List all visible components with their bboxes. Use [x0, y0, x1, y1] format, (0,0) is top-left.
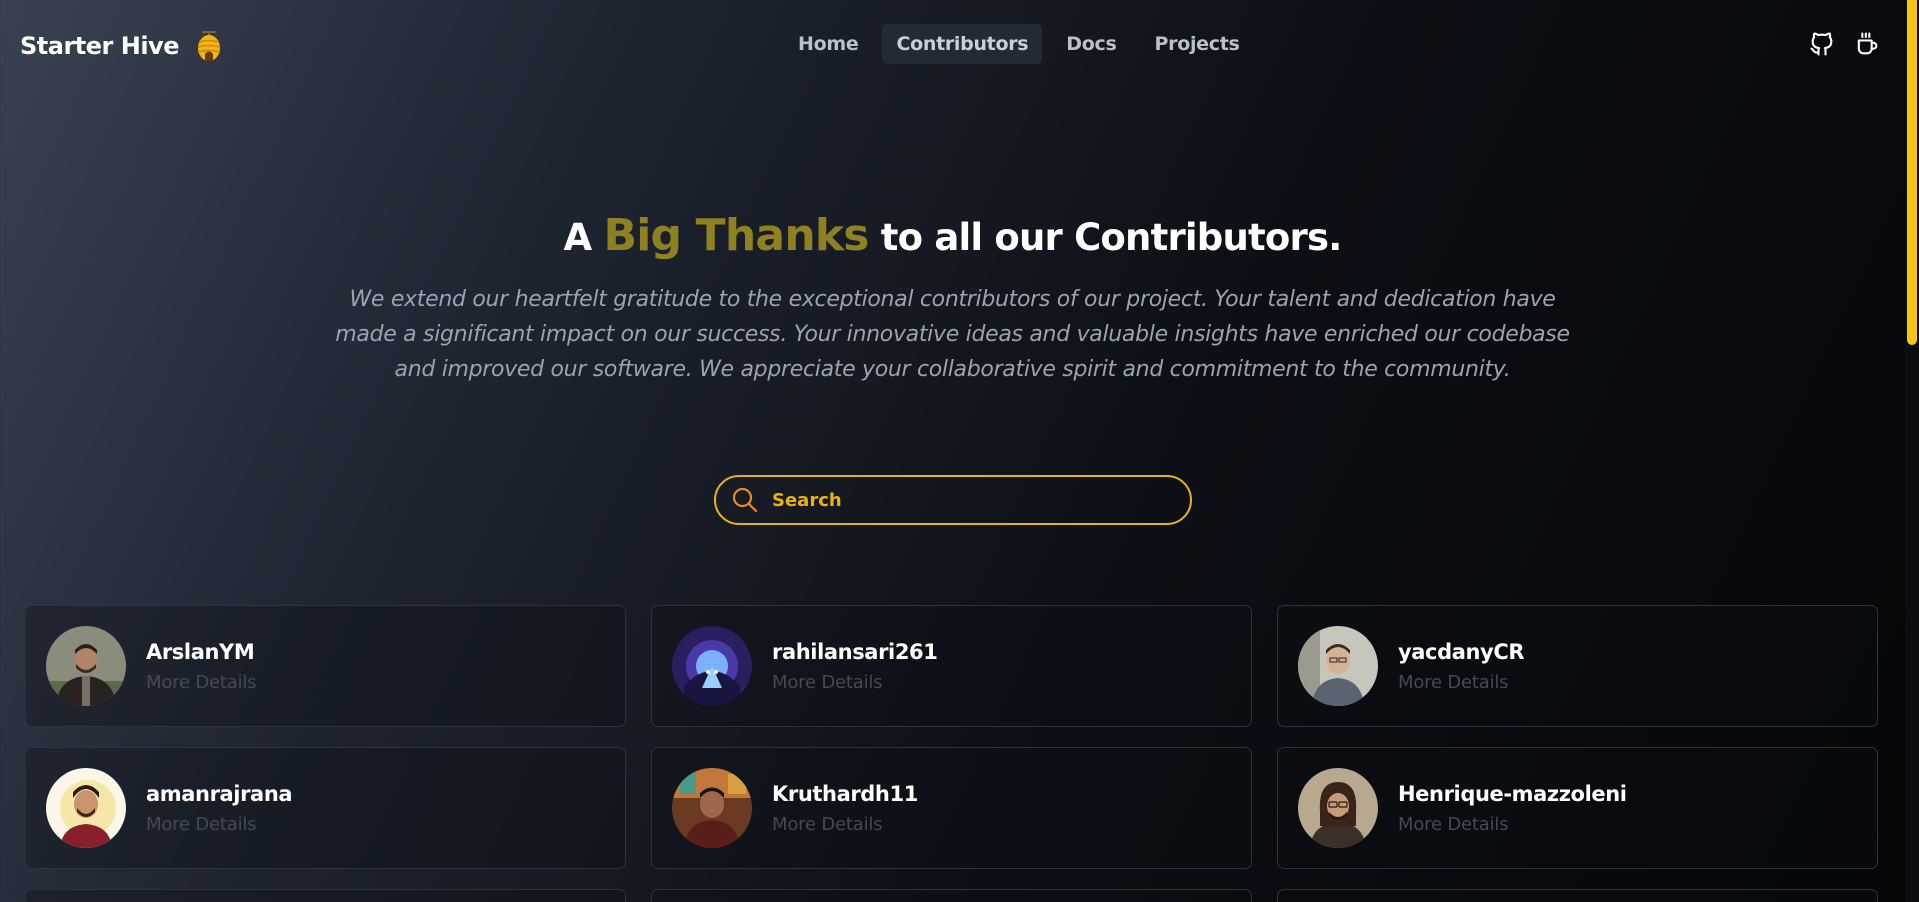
page-description: We extend our heartfelt gratitude to the… [335, 287, 1570, 382]
navbar: Starter Hive Home Contributors Docs Proj… [0, 0, 1900, 90]
card-info: yacdanyCR More Details [1398, 639, 1525, 693]
title-accent: Big Thanks [603, 210, 869, 261]
nav-link-home[interactable]: Home [784, 24, 872, 64]
contributor-name: Henrique-mazzoleni [1398, 781, 1627, 806]
brand[interactable]: Starter Hive [20, 30, 225, 62]
card-info: rahilansari261 More Details [772, 639, 938, 693]
contributor-card[interactable]: Kruthardh11 More Details [651, 747, 1252, 869]
more-details-link[interactable]: More Details [1398, 672, 1524, 693]
title-suffix: to all our Contributors. [868, 216, 1342, 259]
card-info: ArslanYM More Details [146, 639, 257, 693]
contributor-card[interactable]: amanrajrana More Details [25, 747, 626, 869]
more-details-link[interactable]: More Details [146, 672, 257, 693]
contributor-name: rahilansari261 [772, 639, 938, 664]
contributor-name: amanrajrana [146, 781, 293, 806]
avatar [46, 768, 126, 848]
nav-link-contributors[interactable]: Contributors [882, 24, 1043, 64]
more-details-link[interactable]: More Details [146, 814, 292, 835]
contributor-name: Kruthardh11 [772, 781, 918, 806]
search-box[interactable] [714, 475, 1192, 525]
contributor-name: yacdanyCR [1398, 639, 1525, 664]
card-info: Kruthardh11 More Details [772, 782, 918, 835]
coffee-cup-icon[interactable] [1853, 30, 1881, 58]
scrollbar-thumb[interactable] [1907, 0, 1917, 345]
search-icon [732, 487, 758, 513]
contributor-card-partial[interactable] [25, 889, 626, 902]
avatar [1298, 626, 1378, 706]
contributor-card-partial[interactable] [1277, 889, 1878, 902]
card-info: Henrique-mazzoleni More Details [1398, 782, 1627, 835]
contributor-card[interactable]: yacdanyCR More Details [1277, 605, 1878, 727]
more-details-link[interactable]: More Details [772, 814, 918, 835]
page-scrollbar[interactable] [1905, 0, 1919, 902]
brand-name[interactable]: Starter Hive [20, 32, 179, 60]
search-input[interactable] [770, 488, 1174, 512]
card-info: amanrajrana More Details [146, 781, 293, 835]
title-prefix: A [563, 216, 604, 259]
avatar [1298, 768, 1378, 848]
contributor-card[interactable]: rahilansari261 More Details [651, 605, 1252, 727]
contributor-name: ArslanYM [146, 639, 255, 664]
contributor-card[interactable]: ArslanYM More Details [25, 605, 626, 727]
more-details-link[interactable]: More Details [1398, 814, 1627, 835]
beehive-icon [197, 31, 221, 61]
github-icon[interactable] [1808, 30, 1836, 58]
contributors-grid: ArslanYM More Details rahilansari261 Mor… [25, 605, 1883, 902]
main-nav: Home Contributors Docs Projects [784, 24, 1254, 64]
contributor-card[interactable]: Henrique-mazzoleni More Details [1277, 747, 1878, 869]
contributor-card-partial[interactable] [651, 889, 1252, 902]
more-details-link[interactable]: More Details [772, 672, 937, 693]
avatar [672, 768, 752, 848]
nav-link-projects[interactable]: Projects [1141, 24, 1254, 64]
avatar [46, 626, 126, 706]
page-title: A Big Thanks to all our Contributors. [0, 210, 1905, 261]
nav-link-docs[interactable]: Docs [1052, 24, 1130, 64]
nav-icons [1808, 30, 1881, 58]
avatar [672, 626, 752, 706]
